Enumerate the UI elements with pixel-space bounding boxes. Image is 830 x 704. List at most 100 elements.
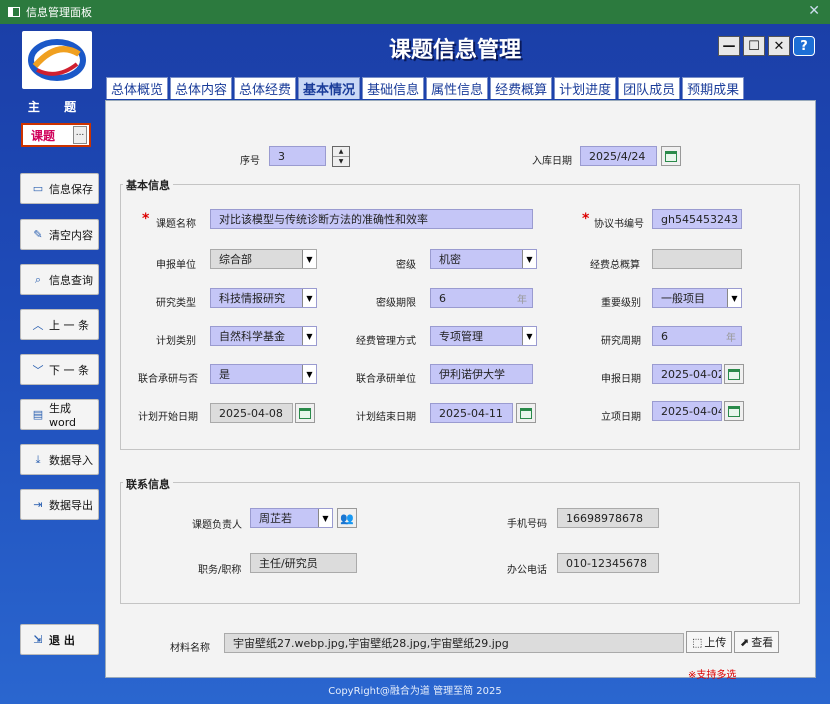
import-label: 数据导入 [49, 453, 93, 467]
chevron-down-icon[interactable]: ▼ [522, 250, 536, 268]
chevron-down-icon[interactable]: ▼ [302, 250, 316, 268]
apply-date-input[interactable]: 2025-04-02 [652, 364, 722, 384]
calendar-button[interactable] [661, 146, 681, 166]
agreement-value: gh545453243 [661, 212, 738, 226]
tab-base-info[interactable]: 基础信息 [362, 77, 425, 99]
tab-funding[interactable]: 总体经费 [234, 77, 297, 99]
tab-basic[interactable]: 基本情况 [298, 77, 361, 99]
search-button[interactable]: ⌕ 信息查询 [20, 264, 99, 295]
topic-name-value: 对比该模型与传统诊断方法的准确性和效率 [219, 213, 428, 226]
save-button[interactable]: ▭ 信息保存 [20, 173, 99, 204]
apply-date-value: 2025-04-02 [661, 367, 722, 381]
chevron-down-icon[interactable]: ▼ [522, 327, 536, 345]
importance-label: 重要级别 [601, 298, 641, 309]
unit-label: 申报单位 [156, 260, 196, 271]
chevron-down-icon[interactable]: ▼ [333, 157, 349, 166]
plan-start-calendar-button[interactable] [295, 403, 315, 423]
plan-end-calendar-button[interactable] [516, 403, 536, 423]
seq-stepper[interactable]: ▲ ▼ [332, 146, 350, 167]
approve-date-input[interactable]: 2025-04-04 [652, 401, 722, 421]
date-label: 入库日期 [532, 156, 572, 167]
joint-select[interactable]: 是 ▼ [210, 364, 317, 384]
joint-unit-input[interactable]: 伊利诺伊大学 [430, 364, 533, 384]
window-close-icon[interactable]: ✕ [808, 3, 820, 19]
chevron-down-icon[interactable]: ▼ [302, 289, 316, 307]
maximize-button[interactable]: ☐ [743, 36, 765, 56]
chevron-down-icon[interactable]: ▼ [302, 327, 316, 345]
topic-name-input[interactable]: 对比该模型与传统诊断方法的准确性和效率 [210, 209, 533, 229]
help-button[interactable]: ? [793, 36, 815, 56]
exit-button[interactable]: ⇲ 退 出 [20, 624, 99, 655]
chevron-down-icon[interactable]: ▼ [302, 365, 316, 383]
office-value: 010-12345678 [566, 556, 647, 570]
tab-schedule[interactable]: 计划进度 [554, 77, 617, 99]
materials-input[interactable]: 宇宙壁纸27.webp.jpg,宇宙壁纸28.jpg,宇宙壁纸29.jpg [224, 633, 684, 653]
secret-period-value: 6 [439, 291, 446, 305]
plan-type-select[interactable]: 自然科学基金 ▼ [210, 326, 317, 346]
materials-value: 宇宙壁纸27.webp.jpg,宇宙壁纸28.jpg,宇宙壁纸29.jpg [233, 637, 509, 650]
import-button[interactable]: ⤓ 数据导入 [20, 444, 99, 475]
plan-end-input[interactable]: 2025-04-11 [430, 403, 513, 423]
importance-value: 一般项目 [661, 292, 705, 305]
tab-results[interactable]: 预期成果 [682, 77, 745, 99]
tab-content[interactable]: 总体内容 [170, 77, 233, 99]
clear-button[interactable]: ✎ 清空内容 [20, 219, 99, 250]
apply-date-label: 申报日期 [601, 374, 641, 385]
tab-attributes[interactable]: 属性信息 [426, 77, 489, 99]
app-frame: 主 题 课题 ... ▭ 信息保存 ✎ 清空内容 ⌕ 信息查询 ︿ 上 一 条 ﹀ 下 一… [0, 24, 830, 704]
export-button[interactable]: ⇥ 数据导出 [20, 489, 99, 520]
tab-team[interactable]: 团队成员 [618, 77, 681, 99]
chevron-down-icon[interactable]: ▼ [318, 509, 332, 527]
footer-copyright: CopyRight@融合为道 管理至简 2025 [328, 686, 502, 697]
close-button[interactable]: ✕ [768, 36, 790, 56]
phone-input[interactable]: 16698978678 [557, 508, 659, 528]
leader-select[interactable]: 周芷若 ▼ [250, 508, 333, 528]
content-panel: 序号 3 ▲ ▼ 入库日期 2025/4/24 基本信息 * 课题名称 对比该模型… [105, 100, 816, 681]
tab-budget[interactable]: 经费概算 [490, 77, 553, 99]
page-title: 课题信息管理 [388, 38, 521, 63]
app-icon [8, 7, 20, 17]
secret-label: 密级 [396, 260, 416, 271]
unit-select[interactable]: 综合部 ▼ [210, 249, 317, 269]
calendar-icon [728, 405, 740, 417]
pick-person-button[interactable]: 👥 [337, 508, 357, 528]
unit-value: 综合部 [219, 253, 252, 266]
upload-icon: ⬚ [692, 635, 703, 649]
budget-label: 经费总概算 [590, 260, 640, 271]
view-button[interactable]: ⬈ 查看 [734, 631, 780, 653]
minimize-button[interactable]: — [718, 36, 740, 56]
word-button[interactable]: ▤ 生成word [20, 399, 99, 430]
importance-select[interactable]: 一般项目 ▼ [652, 288, 742, 308]
budget-input[interactable] [652, 249, 742, 269]
seq-value: 3 [278, 149, 285, 163]
theme-more-button[interactable]: ... [73, 126, 87, 144]
upload-button[interactable]: ⬚ 上传 [686, 631, 733, 653]
research-type-select[interactable]: 科技情报研究 ▼ [210, 288, 317, 308]
approve-date-calendar-button[interactable] [724, 401, 744, 421]
tab-overview[interactable]: 总体概览 [106, 77, 169, 99]
theme-select[interactable]: 课题 ... [21, 123, 91, 147]
word-icon: ▤ [32, 408, 44, 421]
secret-period-input[interactable]: 6年 [430, 288, 533, 308]
window-titlebar: 信息管理面板 ✕ [0, 0, 830, 24]
topic-name-label: 课题名称 [156, 219, 196, 230]
logo [22, 31, 92, 89]
view-icon: ⬈ [740, 635, 750, 649]
chevron-up-icon[interactable]: ▲ [333, 147, 349, 157]
seq-input[interactable]: 3 [269, 146, 326, 166]
materials-label: 材料名称 [170, 643, 210, 654]
next-button[interactable]: ﹀ 下 一 条 [20, 354, 99, 385]
plan-type-value: 自然科学基金 [219, 330, 285, 343]
office-input[interactable]: 010-12345678 [557, 553, 659, 573]
fund-mode-select[interactable]: 专项管理 ▼ [430, 326, 537, 346]
up-icon: ︿ [32, 318, 44, 332]
position-input[interactable]: 主任/研究员 [250, 553, 357, 573]
plan-start-input[interactable]: 2025-04-08 [210, 403, 293, 423]
store-date-input[interactable]: 2025/4/24 [580, 146, 657, 166]
apply-date-calendar-button[interactable] [724, 364, 744, 384]
prev-button[interactable]: ︿ 上 一 条 [20, 309, 99, 340]
cycle-input[interactable]: 6年 [652, 326, 742, 346]
chevron-down-icon[interactable]: ▼ [727, 289, 741, 307]
secret-select[interactable]: 机密 ▼ [430, 249, 537, 269]
agreement-input[interactable]: gh545453243 [652, 209, 742, 229]
